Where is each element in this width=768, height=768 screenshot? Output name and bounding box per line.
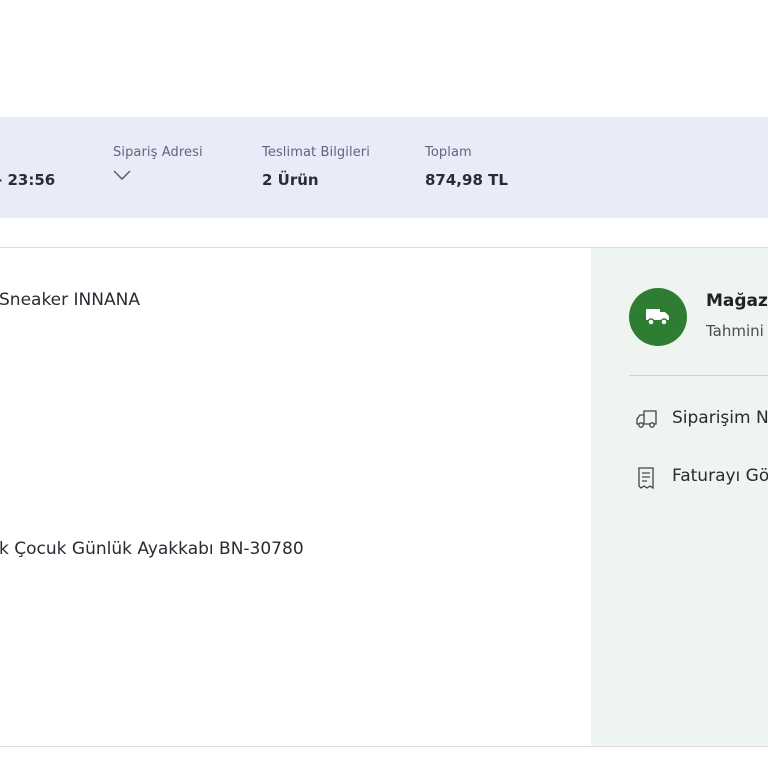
order-status-panel: Mağaza Tahmini Siparişim N Faturayı Gö (591, 248, 768, 746)
estimated-delivery-text: Tahmini (706, 322, 764, 340)
product-name[interactable]: Sneaker INNANA (0, 290, 140, 310)
truck-outline-icon (636, 410, 657, 428)
total-label: Toplam (425, 145, 472, 160)
chevron-down-icon[interactable] (113, 169, 131, 181)
product-name[interactable]: k Çocuk Günlük Ayakkabı BN-30780 (0, 539, 304, 559)
order-date-time: - 23:56 (0, 171, 56, 189)
delivery-status-badge (629, 288, 687, 346)
order-tracking-label: Siparişim N (672, 408, 768, 428)
delivery-info-value: 2 Ürün (262, 171, 319, 189)
total-value: 874,98 TL (425, 171, 508, 189)
receipt-icon (638, 467, 654, 490)
truck-icon (646, 309, 669, 326)
store-title: Mağaza (706, 291, 768, 311)
view-invoice-label: Faturayı Gö (672, 466, 768, 486)
section-divider (0, 746, 768, 747)
order-address-label: Sipariş Adresi (113, 145, 203, 160)
delivery-info-label: Teslimat Bilgileri (262, 145, 370, 160)
order-summary-bar: - 23:56 Sipariş Adresi Teslimat Bilgiler… (0, 117, 768, 218)
panel-divider (629, 375, 768, 376)
